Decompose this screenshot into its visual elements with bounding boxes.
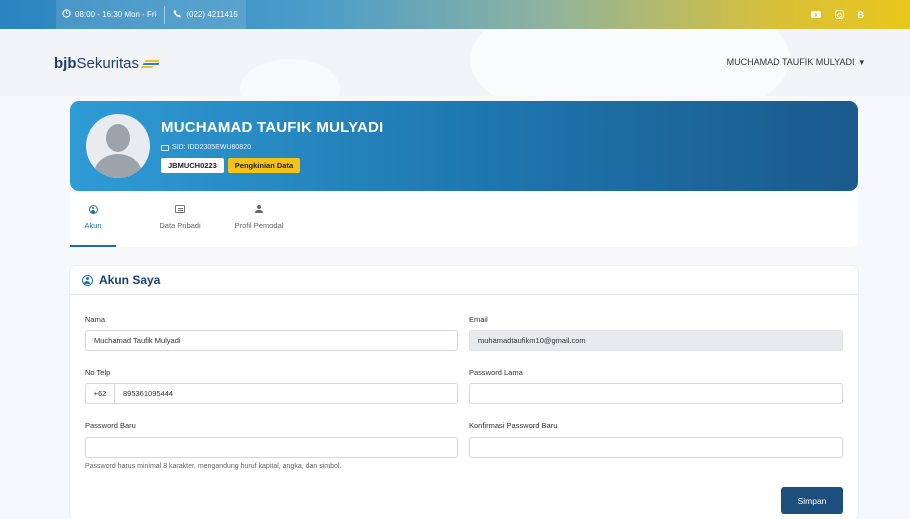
office-hours: 08:00 - 16:30 Mon - Fri	[75, 10, 157, 19]
b-icon[interactable]: B	[858, 10, 865, 20]
user-name: MUCHAMAD TAUFIK MULYADI	[726, 57, 855, 67]
instagram-icon[interactable]	[834, 10, 844, 19]
update-data-button[interactable]: Pengkinian Data	[227, 158, 301, 173]
youtube-icon[interactable]	[810, 11, 821, 18]
form-header: Akun Saya	[70, 266, 858, 295]
password-baru-input[interactable]	[85, 437, 458, 458]
tab-label: Akun	[84, 221, 102, 230]
profile-banner: MUCHAMAD TAUFIK MULYADI SID: IDD2305EWU8…	[70, 101, 858, 191]
tab-profil-pemodal[interactable]: Profil Pemodal	[230, 191, 288, 247]
avatar	[86, 114, 150, 178]
chevron-down-icon: ▾	[859, 57, 864, 67]
document-icon	[175, 205, 185, 213]
save-button[interactable]: Simpan	[781, 487, 843, 514]
client-code-badge: JBMUCH0223	[161, 158, 224, 173]
account-tabs: Akun Data Pribadi Profil Pemodal	[70, 191, 858, 247]
nama-label: Nama	[85, 315, 106, 324]
telp-input[interactable]: 895361095444	[114, 383, 458, 404]
country-code: +62	[85, 383, 114, 404]
tab-akun[interactable]: Akun	[70, 191, 116, 247]
logo-bold-text: bjb	[54, 55, 77, 72]
header-decoration	[240, 59, 340, 96]
account-form-card: Akun Saya Nama Muchamad Taufik Mulyadi E…	[70, 266, 858, 519]
top-contact-bar: 08:00 - 16:30 Mon - Fri (022) 4211415 B	[0, 0, 910, 29]
email-input: muhamadtaufikm10@gmail.com	[469, 330, 843, 351]
form-title: Akun Saya	[99, 273, 161, 287]
tab-label: Profil Pemodal	[234, 221, 284, 230]
profile-badges: JBMUCH0223 Pengkinian Data	[161, 158, 301, 173]
avatar-body	[94, 154, 142, 178]
clock-icon	[62, 9, 71, 20]
bjb-sekuritas-logo[interactable]: bjb Sekuritas	[54, 55, 161, 72]
phone-icon	[173, 9, 182, 20]
konfirmasi-password-input[interactable]	[469, 437, 843, 458]
tab-label: Data Pribadi	[159, 221, 201, 230]
user-circle-icon	[82, 274, 93, 286]
id-card-icon	[161, 144, 169, 151]
user-menu[interactable]: MUCHAMAD TAUFIK MULYADI ▾	[727, 57, 864, 68]
password-lama-input[interactable]	[469, 383, 843, 404]
sid-line: SID: IDD2305EWU80820	[161, 144, 251, 151]
social-links: B	[810, 0, 865, 29]
contact-info: 08:00 - 16:30 Mon - Fri (022) 4211415	[56, 0, 246, 29]
email-label: Email	[469, 315, 488, 324]
user-circle-icon	[88, 204, 98, 214]
nama-input[interactable]: Muchamad Taufik Mulyadi	[85, 330, 458, 351]
phone-number[interactable]: (022) 4211415	[186, 10, 237, 19]
logo-text: Sekuritas	[76, 55, 140, 72]
avatar-head	[106, 124, 130, 152]
tab-data-pribadi[interactable]: Data Pribadi	[154, 191, 206, 247]
person-icon	[255, 204, 263, 214]
logo-stripes-icon	[140, 59, 161, 69]
profile-name: MUCHAMAD TAUFIK MULYADI	[161, 119, 384, 136]
password-baru-label: Password Baru	[85, 421, 136, 430]
password-lama-label: Password Lama	[469, 368, 523, 377]
divider	[164, 5, 166, 24]
konfirmasi-password-label: Konfirmasi Password Baru	[469, 421, 558, 430]
password-hint: Password harus minimal 8 karakter, menga…	[85, 463, 342, 470]
sid-text: SID: IDD2305EWU80820	[172, 144, 251, 151]
telp-label: No Telp	[85, 368, 111, 377]
